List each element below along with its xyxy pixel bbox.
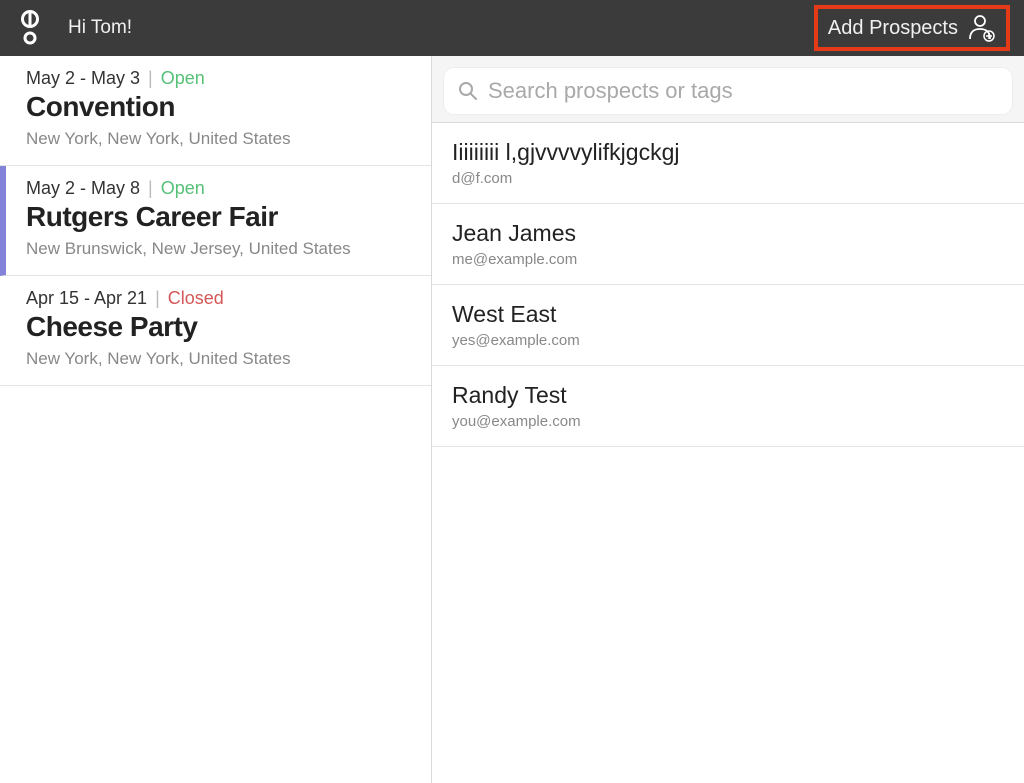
add-prospects-button[interactable]: Add Prospects [814, 5, 1010, 51]
event-item[interactable]: Apr 15 - Apr 21 | ClosedCheese Party New Yo… [0, 276, 431, 386]
main-panel: Iiiiiiiii l,gjvvvvylifkjgckgj d@f.com Jean… [432, 56, 1024, 783]
event-dates: Apr 15 - Apr 21 [26, 288, 147, 309]
prospect-name: Iiiiiiiii l,gjvvvvylifkjgckgj [452, 139, 1004, 166]
prospect-name: West East [452, 301, 1004, 328]
event-location: New Brunswick, New Jersey, United States [26, 239, 413, 259]
event-status: Open [161, 68, 205, 89]
prospect-item[interactable]: West East yes@example.com [432, 285, 1024, 366]
prospect-email: d@f.com [452, 170, 1004, 187]
greeting-text: Hi Tom! [68, 17, 132, 39]
events-sidebar: May 2 - May 3|OpenConventionNew York, Ne… [0, 56, 432, 783]
separator: | [155, 288, 160, 309]
search-container [432, 56, 1024, 122]
event-item[interactable]: May 2 - May 3 | OpenConvention New York, Ne… [0, 56, 431, 166]
event-title: Convention [26, 91, 413, 123]
event-item[interactable]: May 2 - May 8 | OpenRutgers Career Fair New… [0, 166, 431, 276]
prospect-item[interactable]: Jean James me@example.com [432, 204, 1024, 285]
event-title: Rutgers Career Fair [26, 201, 413, 233]
prospect-email: you@example.com [452, 413, 1004, 430]
separator: | [148, 178, 153, 199]
add-person-icon [966, 13, 996, 43]
prospect-item[interactable]: Randy Test you@example.com [432, 366, 1024, 447]
event-title: Cheese Party [26, 311, 413, 343]
prospect-list: Iiiiiiiii l,gjvvvvylifkjgckgj d@f.com Jean… [432, 122, 1024, 783]
event-status: Closed [168, 288, 224, 309]
event-location: New York, New York, United States [26, 349, 413, 369]
search-bar[interactable] [444, 68, 1012, 114]
prospect-email: me@example.com [452, 251, 1004, 268]
separator: | [148, 68, 153, 89]
event-header: Apr 15 - Apr 21 | Closed [26, 288, 413, 309]
prospect-email: yes@example.com [452, 332, 1004, 349]
prospect-item[interactable]: Iiiiiiiii l,gjvvvvylifkjgckgj d@f.com [432, 123, 1024, 204]
content-area: May 2 - May 3|OpenConventionNew York, Ne… [0, 56, 1024, 783]
logo-icon [18, 10, 42, 46]
header-left: Hi Tom! [18, 10, 132, 46]
prospect-name: Randy Test [452, 382, 1004, 409]
event-header: May 2 - May 3 | Open [26, 68, 413, 89]
event-location: New York, New York, United States [26, 129, 413, 149]
search-input[interactable] [488, 78, 998, 104]
add-prospects-label: Add Prospects [828, 17, 958, 40]
event-dates: May 2 - May 3 [26, 68, 140, 89]
app-header: Hi Tom! Add Prospects [0, 0, 1024, 56]
event-header: May 2 - May 8 | Open [26, 178, 413, 199]
prospect-name: Jean James [452, 220, 1004, 247]
search-icon [458, 81, 478, 101]
event-status: Open [161, 178, 205, 199]
event-dates: May 2 - May 8 [26, 178, 140, 199]
